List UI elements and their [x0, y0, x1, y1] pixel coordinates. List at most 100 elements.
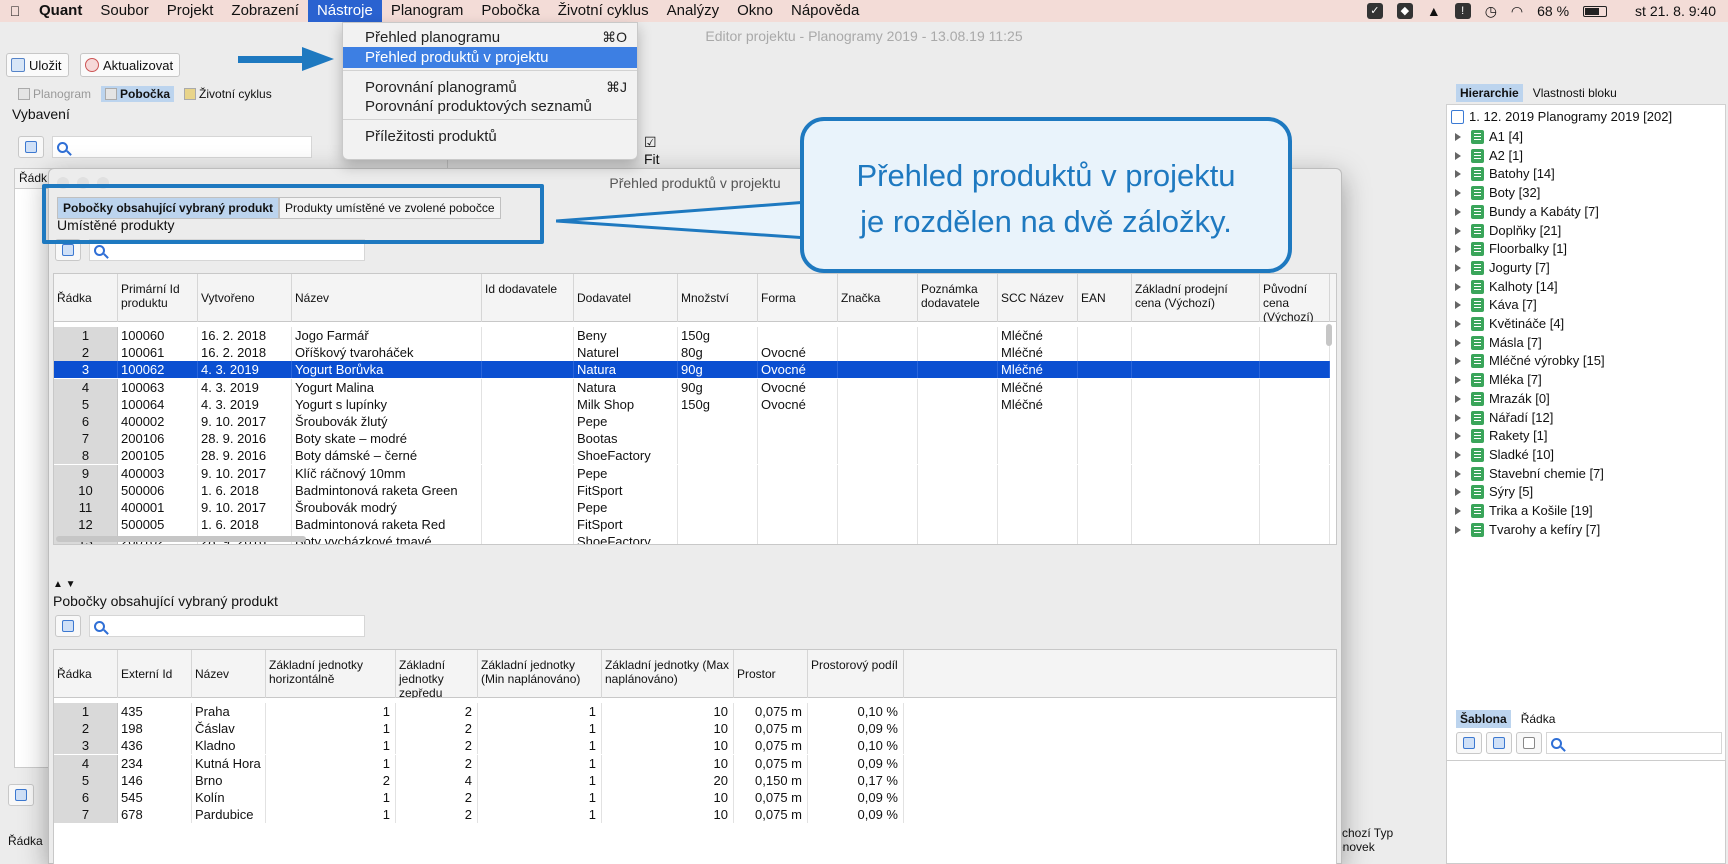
tree-item[interactable]: Boty [32] — [1455, 183, 1540, 203]
tree-item[interactable]: A1 [4] — [1455, 127, 1523, 147]
tree-item[interactable]: A2 [1] — [1455, 146, 1523, 166]
expand-icon[interactable] — [1455, 413, 1461, 422]
tree-item[interactable]: Doplňky [21] — [1455, 221, 1561, 241]
tree-item[interactable]: Nářadí [12] — [1455, 408, 1553, 428]
table-row[interactable]: 1 435 Praha 1 2 1 10 0,075 m 0,10 % — [54, 703, 904, 720]
template-add-button[interactable] — [1456, 732, 1482, 754]
save-button[interactable]: Uložit — [6, 53, 69, 77]
apple-icon[interactable]:  — [0, 3, 30, 19]
menu-projekt[interactable]: Projekt — [158, 0, 223, 22]
template-copy-button[interactable] — [1486, 732, 1512, 754]
tree-item[interactable]: Stavební chemie [7] — [1455, 464, 1604, 484]
tree-item[interactable]: Kalhoty [14] — [1455, 277, 1558, 297]
table-row[interactable]: 12 500005 1. 6. 2018 Badmintonová raketa Re… — [54, 516, 1330, 534]
products-hscrollbar[interactable] — [56, 536, 306, 542]
left-filter-button[interactable] — [18, 136, 44, 158]
column-header[interactable]: Základní jednotky (Min naplánováno) — [478, 650, 602, 698]
column-header[interactable]: Dodavatel — [574, 274, 678, 322]
column-header[interactable]: Poznámka dodavatele — [918, 274, 998, 322]
tab-sablona[interactable]: Šablona — [1456, 710, 1511, 728]
table-row[interactable]: 6 400002 9. 10. 2017 Šroubovák žlutý Pepe — [54, 413, 1330, 430]
expand-icon[interactable] — [1455, 376, 1461, 385]
table-row[interactable]: 5 100064 4. 3. 2019 Yogurt s lupínky Milk Sh… — [54, 395, 1330, 413]
column-header[interactable]: Název — [292, 274, 482, 322]
tab-pobocka[interactable]: Pobočka — [101, 86, 175, 102]
expand-icon[interactable] — [1455, 507, 1461, 515]
products-vscrollbar[interactable] — [1326, 324, 1332, 346]
menu-analyzy[interactable]: Analýzy — [658, 0, 729, 22]
expand-icon[interactable] — [1455, 245, 1461, 254]
wifi-icon[interactable]: ◠ — [1511, 3, 1523, 20]
table-row[interactable]: 4 234 Kutná Hora 1 2 1 10 0,075 m 0,09 % — [54, 754, 904, 772]
expand-icon[interactable] — [1455, 170, 1461, 179]
table-row[interactable]: 8 200105 28. 9. 2016 Boty dámské – černé Sho… — [54, 447, 1330, 465]
menu-soubor[interactable]: Soubor — [91, 0, 157, 22]
menu-pobocka[interactable]: Pobočka — [472, 0, 548, 22]
menu-item-3[interactable]: Porovnání produktových seznamů — [343, 96, 637, 117]
splitter-arrows-icon[interactable]: ▲ ▼ — [53, 579, 76, 590]
column-header[interactable]: Základní prodejní cena (Výchozí) — [1132, 274, 1260, 322]
column-header[interactable]: Množství — [678, 274, 758, 322]
column-header[interactable]: Id dodavatele — [482, 274, 574, 322]
table-row[interactable]: 9 400003 9. 10. 2017 Klíč ráčnový 10mm Pepe — [54, 464, 1330, 482]
table-row[interactable]: 11 400001 9. 10. 2017 Šroubovák modrý Pepe — [54, 499, 1330, 516]
expand-icon[interactable] — [1455, 151, 1461, 160]
menu-item-1[interactable]: Přehled produktů v projektu — [343, 47, 637, 68]
tree-item[interactable]: Mrazák [0] — [1455, 389, 1550, 409]
menu-zobrazeni[interactable]: Zobrazení — [222, 0, 308, 22]
tab-zivotni-cyklus[interactable]: Životní cyklus — [180, 86, 276, 102]
stores-search-input[interactable] — [89, 615, 365, 637]
expand-icon[interactable] — [1455, 357, 1461, 366]
column-header[interactable]: Řádka — [54, 274, 118, 322]
expand-icon[interactable] — [1455, 394, 1461, 403]
menu-zivotni-cyklus[interactable]: Životní cyklus — [549, 0, 658, 22]
column-header[interactable]: Řádka — [54, 650, 118, 698]
column-header[interactable]: Původní cena (Výchozí) — [1260, 274, 1330, 322]
tab-radka[interactable]: Řádka — [1517, 710, 1560, 728]
table-row[interactable]: 5 146 Brno 2 4 1 20 0,150 m 0,17 % — [54, 771, 904, 789]
column-header[interactable]: Prostor — [734, 650, 808, 698]
column-header[interactable]: Prostorový podíl — [808, 650, 904, 698]
tree-item[interactable]: Sladké [10] — [1455, 445, 1554, 465]
tree-root[interactable]: 1. 12. 2019 Planogramy 2019 [202] — [1451, 107, 1672, 127]
column-header[interactable]: Vytvořeno — [198, 274, 292, 322]
menu-napoveda[interactable]: Nápověda — [782, 0, 868, 22]
table-row[interactable]: 1 100060 16. 2. 2018 Jogo Farmář Beny 150g Mlé… — [54, 327, 1330, 344]
clock[interactable]: st 21. 8. 9:40 — [1635, 3, 1716, 19]
column-header[interactable]: Základní jednotky zepředu — [396, 650, 478, 698]
expand-icon[interactable] — [1455, 320, 1461, 328]
menu-item-4[interactable]: Příležitosti produktů — [343, 126, 637, 147]
tab-hierarchie[interactable]: Hierarchie — [1456, 84, 1523, 102]
expand-icon[interactable] — [1455, 207, 1461, 216]
table-row[interactable]: 7 200106 28. 9. 2016 Boty skate – modré Boot… — [54, 430, 1330, 448]
tree-item[interactable]: Batohy [14] — [1455, 164, 1555, 184]
fit-checkbox[interactable]: ☑ Fit — [644, 134, 660, 167]
refresh-button[interactable]: Aktualizovat — [80, 53, 181, 77]
expand-icon[interactable] — [1455, 450, 1461, 459]
menu-app[interactable]: Quant — [30, 0, 91, 22]
column-header[interactable]: EAN — [1078, 274, 1132, 322]
expand-icon[interactable] — [1455, 525, 1461, 534]
menu-planogram[interactable]: Planogram — [382, 0, 473, 22]
tree-item[interactable]: Trika a Košile [19] — [1455, 501, 1593, 521]
column-header[interactable]: Externí Id — [118, 650, 192, 698]
column-header[interactable]: Základní jednotky (Max naplánováno) — [602, 650, 734, 698]
expand-icon[interactable] — [1455, 189, 1461, 198]
battery-icon[interactable] — [1583, 5, 1608, 17]
column-header[interactable]: SCC Název — [998, 274, 1078, 322]
tree-item[interactable]: Másla [7] — [1455, 333, 1542, 353]
menu-nastroje[interactable]: Nástroje — [307, 0, 382, 22]
tree-item[interactable]: Květináče [4] — [1455, 314, 1564, 334]
expand-icon[interactable] — [1455, 301, 1461, 310]
menu-item-0[interactable]: Přehled planogramu ⌘O — [343, 27, 637, 48]
table-row[interactable]: 6 545 Kolín 1 2 1 10 0,075 m 0,09 % — [54, 789, 904, 806]
time-machine-icon[interactable]: ◷ — [1485, 3, 1497, 20]
tree-item[interactable]: Floorbalky [1] — [1455, 239, 1567, 259]
expand-icon[interactable] — [1455, 338, 1461, 347]
left-search-input[interactable] — [52, 136, 312, 158]
stores-filter-button[interactable] — [55, 615, 81, 637]
tab-planogram[interactable]: Planogram — [14, 86, 95, 102]
column-header[interactable]: Primární Id produktu — [118, 274, 198, 322]
tree-item[interactable]: Tvarohy a kefíry [7] — [1455, 520, 1600, 540]
table-row[interactable]: 10 500006 1. 6. 2018 Badmintonová raketa Gr… — [54, 481, 1330, 499]
